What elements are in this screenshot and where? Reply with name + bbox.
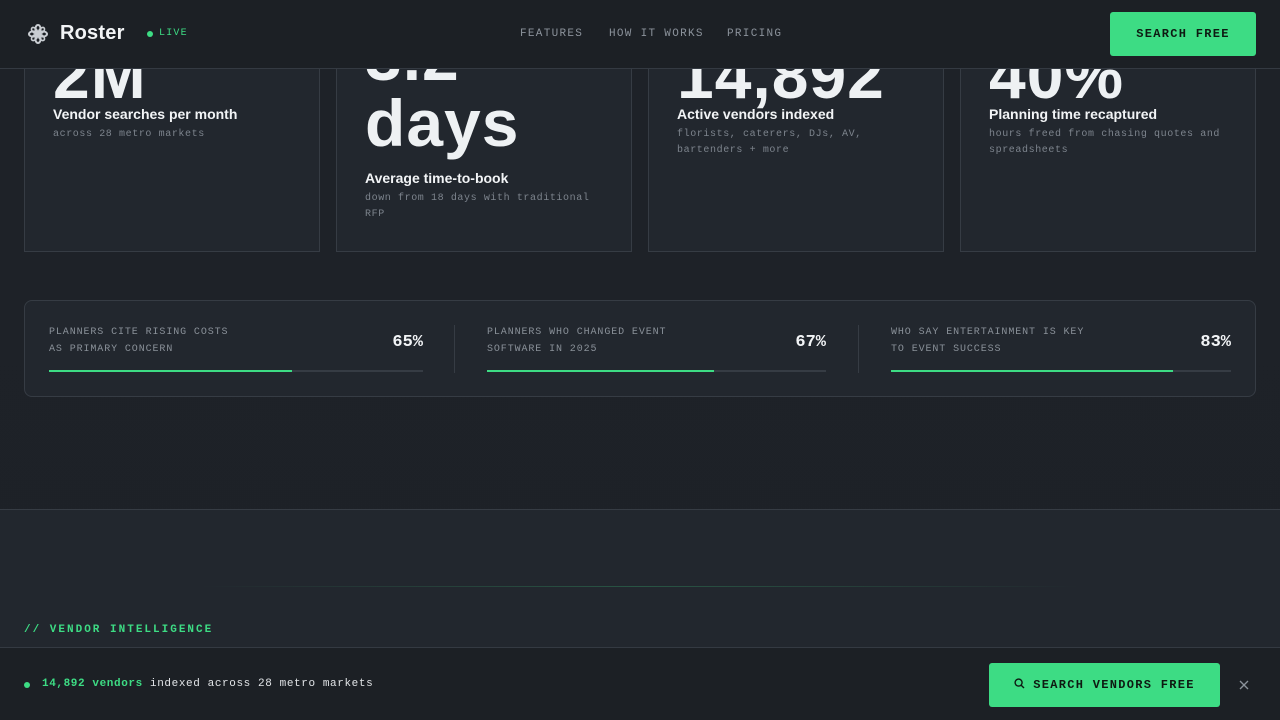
survey-stat-caption: WHO SAY ENTERTAINMENT IS KEY TO EVENT SU… <box>891 327 1085 355</box>
status-dot <box>24 682 30 688</box>
progress-fill <box>49 370 293 372</box>
progress-track <box>891 370 1231 372</box>
brand-name[interactable]: Roster <box>60 22 125 45</box>
stat-sub: florists, caterers, DJs, AV, bartenders … <box>677 129 862 156</box>
vendor-count-highlight: 14,892 vendors <box>42 678 143 690</box>
progress-track <box>49 370 423 372</box>
survey-stat-entertainment: WHO SAY ENTERTAINMENT IS KEY TO EVENT SU… <box>891 301 1231 398</box>
sticky-cta-bar: 14,892 vendors indexed across 28 metro m… <box>0 647 1280 720</box>
divider <box>454 325 455 373</box>
survey-stat-costs: PLANNERS CITE RISING COSTS AS PRIMARY CO… <box>49 301 423 398</box>
vendor-count-text: indexed across 28 metro markets <box>150 678 374 690</box>
progress-fill <box>487 370 715 372</box>
nav-link-pricing[interactable]: PRICING <box>727 28 782 40</box>
vendor-count-message: 14,892 vendors indexed across 28 metro m… <box>42 678 373 690</box>
stat-sub: across 28 metro markets <box>53 129 205 140</box>
stat-label: Vendor searches per month <box>53 106 238 122</box>
live-label: LIVE <box>159 28 188 39</box>
survey-stat-software: PLANNERS WHO CHANGED EVENT SOFTWARE IN 2… <box>487 301 826 398</box>
survey-stat-caption: PLANNERS CITE RISING COSTS AS PRIMARY CO… <box>49 327 229 355</box>
survey-stat-percent: 67% <box>795 333 826 352</box>
search-free-button[interactable]: SEARCH FREE <box>1110 12 1256 56</box>
progress-fill <box>891 370 1174 372</box>
survey-stat-percent: 65% <box>392 333 423 352</box>
live-indicator-dot <box>147 31 153 37</box>
close-icon[interactable] <box>1237 678 1251 692</box>
top-nav: Roster LIVE FEATURES HOW IT WORKS PRICIN… <box>0 0 1280 69</box>
stat-label: Planning time recaptured <box>989 106 1158 122</box>
survey-stats-panel: PLANNERS CITE RISING COSTS AS PRIMARY CO… <box>24 300 1256 397</box>
stat-sub: down from 18 days with traditional RFP <box>365 193 590 220</box>
search-vendors-free-label: SEARCH VENDORS FREE <box>1033 678 1195 692</box>
search-icon <box>1014 677 1025 693</box>
gear-flower-icon[interactable] <box>27 23 49 45</box>
stat-sub: hours freed from chasing quotes and spre… <box>989 129 1221 156</box>
search-vendors-free-button[interactable]: SEARCH VENDORS FREE <box>989 663 1220 707</box>
progress-track <box>487 370 826 372</box>
nav-link-how-it-works[interactable]: HOW IT WORKS <box>609 28 704 40</box>
page: 2M Vendor searches per month across 28 m… <box>0 0 1280 720</box>
section-glow-line <box>200 586 1080 587</box>
survey-stat-percent: 83% <box>1200 333 1231 352</box>
section-tag: // VENDOR INTELLIGENCE <box>24 624 214 636</box>
nav-link-features[interactable]: FEATURES <box>520 28 583 40</box>
stat-value-unit: days <box>365 86 520 160</box>
divider <box>858 325 859 373</box>
stat-label: Average time-to-book <box>365 170 509 186</box>
stat-label: Active vendors indexed <box>677 106 835 122</box>
survey-stat-caption: PLANNERS WHO CHANGED EVENT SOFTWARE IN 2… <box>487 327 667 355</box>
